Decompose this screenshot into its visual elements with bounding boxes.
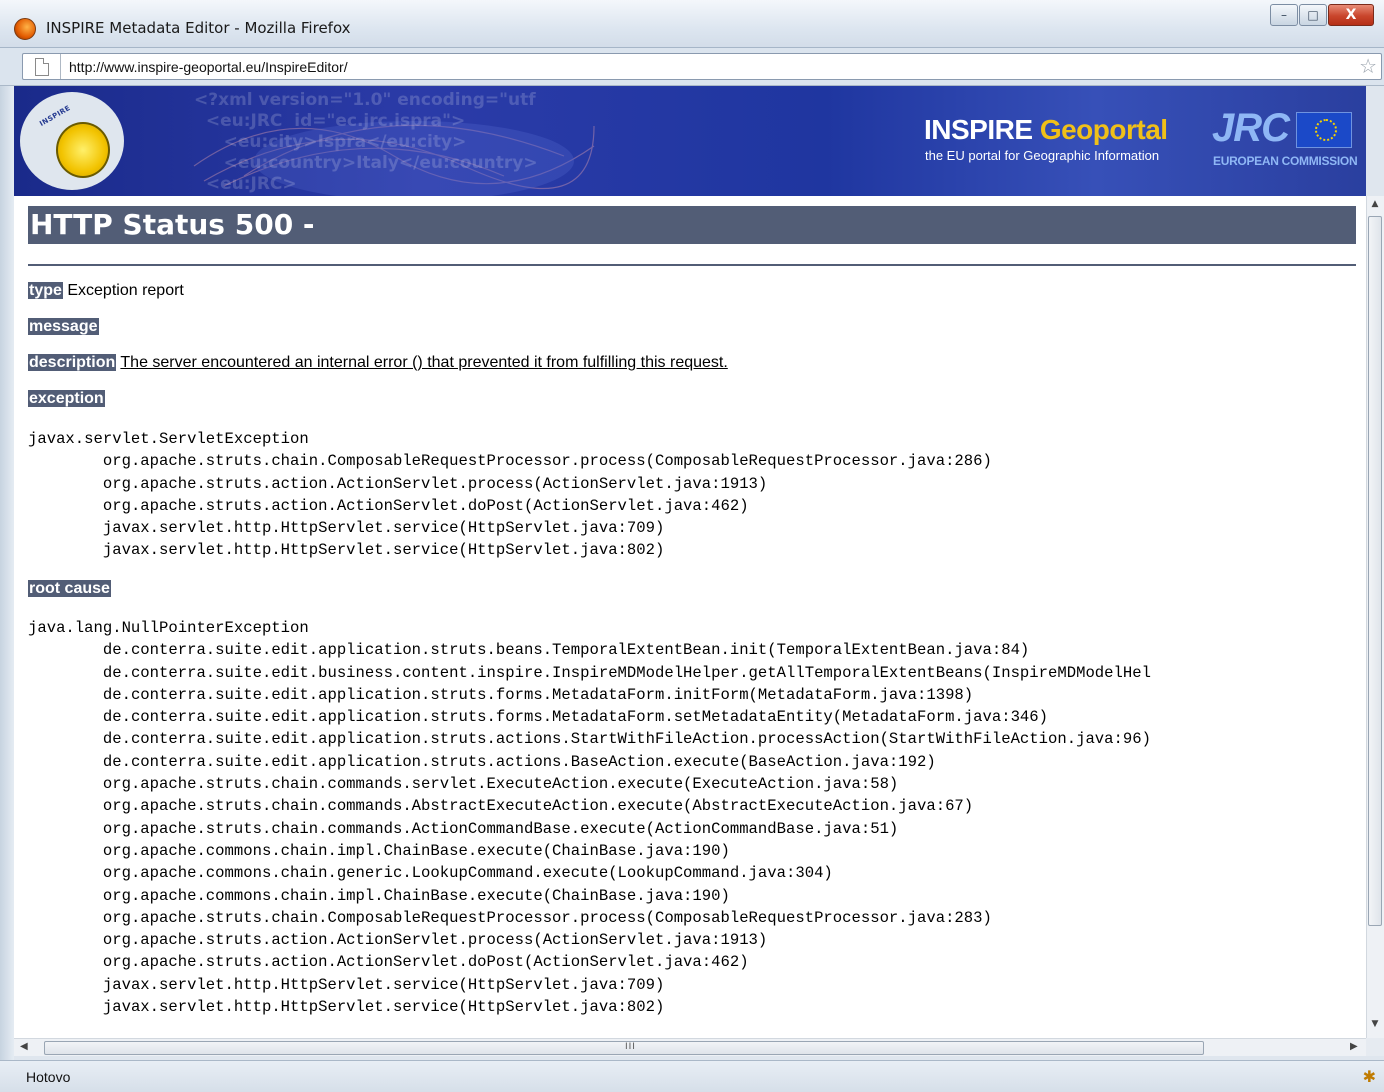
scroll-up-arrow-icon[interactable]: ▲ [1369,198,1381,210]
brand-subtitle: the EU portal for Geographic Information [925,148,1160,163]
scroll-down-arrow-icon[interactable]: ▼ [1369,1018,1381,1030]
jrc-logo: JRC [1212,106,1290,150]
url-field[interactable]: http://www.inspire-geoportal.eu/InspireE… [22,53,1382,80]
scroll-right-arrow-icon[interactable]: ▶ [1350,1041,1358,1052]
root-cause-row: root cause [28,580,111,598]
eu-stars-icon [1315,119,1337,141]
url-text[interactable]: http://www.inspire-geoportal.eu/InspireE… [69,59,348,75]
type-label: type [28,282,63,299]
type-row: type Exception report [28,282,184,300]
status-bar: Hotovo ✱ [0,1060,1384,1092]
exception-label: exception [28,390,105,407]
navigation-toolbar: http://www.inspire-geoportal.eu/InspireE… [0,48,1384,86]
brand-accent: Geoportal [1039,114,1168,145]
globe-icon [56,122,110,178]
page-icon[interactable] [35,58,49,76]
bookmark-star-icon[interactable]: ☆ [1359,56,1377,76]
geoportal-banner: <?xml version="1.0" encoding="utf <eu:JR… [14,86,1366,196]
root-cause-stacktrace: java.lang.NullPointerException de.conter… [28,619,1151,1017]
page-title: HTTP Status 500 - [28,206,1356,244]
minimize-button[interactable]: – [1270,4,1298,26]
firefox-icon [14,18,36,40]
horizontal-scroll-thumb[interactable]: III [44,1041,1204,1055]
eu-flag-icon [1296,112,1352,148]
window-titlebar[interactable]: INSPIRE Metadata Editor - Mozilla Firefo… [0,0,1384,48]
url-divider [60,54,61,79]
horizontal-scrollbar[interactable]: ◀ III ▶ [14,1038,1366,1056]
firebug-icon[interactable]: ✱ [1363,1067,1376,1086]
window-controls: – □ X [1269,4,1374,32]
vertical-scroll-thumb[interactable] [1368,216,1382,926]
status-text: Hotovo [26,1069,71,1085]
brand-title: INSPIRE Geoportal [924,114,1168,146]
scroll-grip: III [625,1042,636,1052]
window-left-border [0,86,14,1092]
type-value: Exception report [67,282,184,299]
european-commission-text: EUROPEAN COMMISSION [1213,154,1358,168]
page-viewport[interactable]: <?xml version="1.0" encoding="utf <eu:JR… [14,86,1366,1038]
description-value: The server encountered an internal error… [120,354,728,371]
divider [28,264,1356,266]
scrollbar-corner [1366,1038,1384,1056]
scroll-left-arrow-icon[interactable]: ◀ [20,1041,28,1052]
exception-stacktrace: javax.servlet.ServletException org.apach… [28,430,992,560]
message-row: message [28,318,99,336]
window-title: INSPIRE Metadata Editor - Mozilla Firefo… [46,19,351,37]
maximize-button[interactable]: □ [1299,4,1327,26]
root-cause-label: root cause [28,580,111,597]
exception-row: exception [28,390,105,408]
description-label: description [28,354,117,371]
inspire-logo[interactable]: INSPIRE [20,92,124,190]
close-button[interactable]: X [1328,4,1374,26]
brand-main: INSPIRE [924,114,1040,145]
xml-watermark: <?xml version="1.0" encoding="utf <eu:JR… [194,90,538,194]
message-label: message [28,318,99,335]
description-row: description The server encountered an in… [28,354,728,372]
logo-ring-text: INSPIRE [38,103,72,129]
